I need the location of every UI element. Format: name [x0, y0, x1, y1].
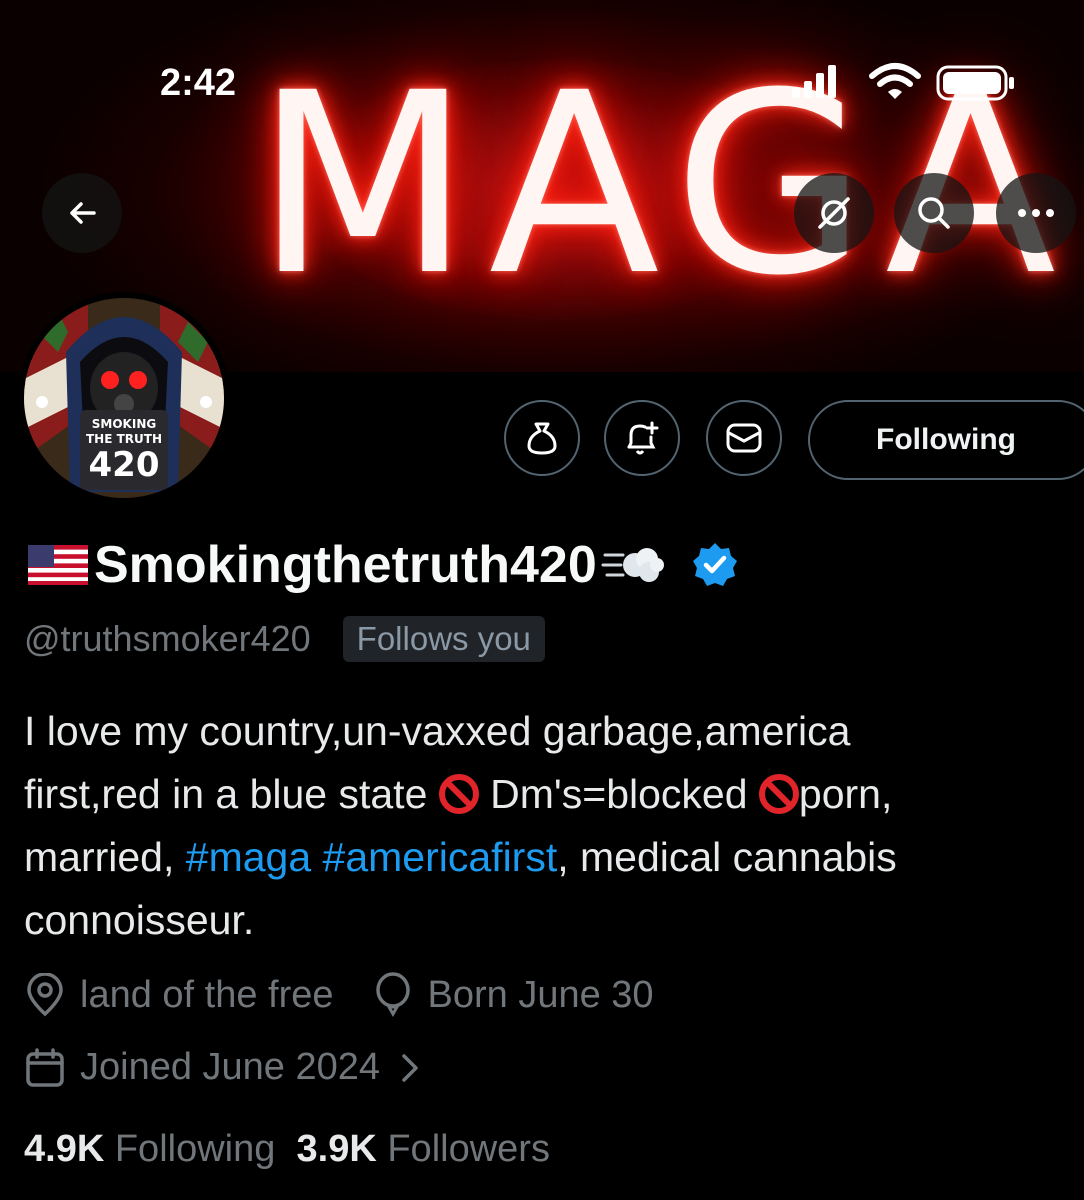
prohibited-icon: [758, 774, 799, 814]
battery-icon: [936, 65, 1014, 101]
bio: I love my country,un-vaxxed garbage,amer…: [24, 700, 1080, 952]
display-name: Smokingthetruth420: [94, 536, 597, 594]
bio-line: married, #maga #americafirst, medical ca…: [24, 826, 1080, 889]
prohibited-icon: [438, 774, 479, 814]
dash-emoji-icon: [601, 548, 664, 582]
us-flag-icon: [28, 545, 88, 585]
following-count: 4.9K: [24, 1128, 105, 1170]
mail-icon: [726, 423, 762, 453]
following-label: Following: [114, 1128, 276, 1170]
money-bag-icon: [527, 422, 557, 455]
location-pin-icon: [27, 973, 63, 1017]
avatar-text-line2: THE TRUTH: [86, 432, 162, 446]
followers-label: Followers: [387, 1128, 550, 1170]
chevron-right-icon: [402, 1053, 418, 1082]
status-icons: [790, 62, 1020, 102]
followers-count: 3.9K: [296, 1128, 377, 1170]
following-stat[interactable]: 4.9K Following: [24, 1128, 275, 1170]
bio-line: connoisseur.: [24, 897, 255, 943]
follow-stats: 4.9K Following 3.9K Followers: [24, 1128, 550, 1171]
avatar-image: SMOKING THE TRUTH 420: [24, 298, 224, 498]
verified-badge-icon: [692, 543, 737, 586]
followers-stat[interactable]: 3.9K Followers: [297, 1128, 550, 1170]
grok-icon: [818, 197, 850, 229]
bio-text: Dm's=blocked: [478, 771, 759, 817]
avatar-text-line1: SMOKING: [92, 417, 156, 431]
handle-row: @truthsmoker420 Follows you: [24, 616, 545, 662]
joined-date: Joined June 2024: [80, 1046, 381, 1088]
birthday: Born June 30: [427, 973, 654, 1016]
wifi-icon: [869, 63, 921, 99]
profile-meta-row: land of the free Born June 30: [24, 972, 654, 1018]
location: land of the free: [80, 973, 334, 1016]
bell-plus-icon: [627, 421, 659, 455]
balloon-icon: [375, 972, 410, 1018]
bio-line: first,red in a blue state Dm's=blocked p…: [24, 763, 1080, 826]
bio-line: I love my country,un-vaxxed garbage,amer…: [24, 708, 851, 754]
tip-button[interactable]: [504, 400, 580, 476]
display-name-row: Smokingthetruth420: [28, 535, 739, 595]
search-button[interactable]: [894, 173, 974, 253]
status-time: 2:42: [160, 62, 237, 104]
profile-avatar[interactable]: SMOKING THE TRUTH 420: [18, 292, 230, 504]
more-icon: [1018, 209, 1054, 217]
avatar-text-number: 420: [89, 445, 160, 485]
bio-text: porn,: [798, 771, 893, 817]
message-button[interactable]: [706, 400, 782, 476]
bio-text: first,red in a blue state: [24, 771, 439, 817]
handle: @truthsmoker420: [24, 618, 311, 659]
bio-text: , medical cannabis: [557, 834, 897, 880]
search-icon: [918, 197, 950, 229]
more-options-button[interactable]: [996, 173, 1076, 253]
back-arrow-icon: [70, 202, 96, 224]
grok-button[interactable]: [794, 173, 874, 253]
bio-text: married,: [24, 834, 186, 880]
follows-you-badge: Follows you: [342, 616, 545, 662]
joined-row[interactable]: Joined June 2024: [24, 1046, 422, 1089]
notifications-button[interactable]: [604, 400, 680, 476]
hashtag-link[interactable]: #maga: [186, 834, 311, 880]
following-button[interactable]: Following: [808, 400, 1084, 480]
cellular-signal-icon: [792, 65, 836, 98]
back-button[interactable]: [42, 173, 122, 253]
calendar-icon: [26, 1047, 64, 1087]
hashtag-link[interactable]: #americafirst: [323, 834, 558, 880]
